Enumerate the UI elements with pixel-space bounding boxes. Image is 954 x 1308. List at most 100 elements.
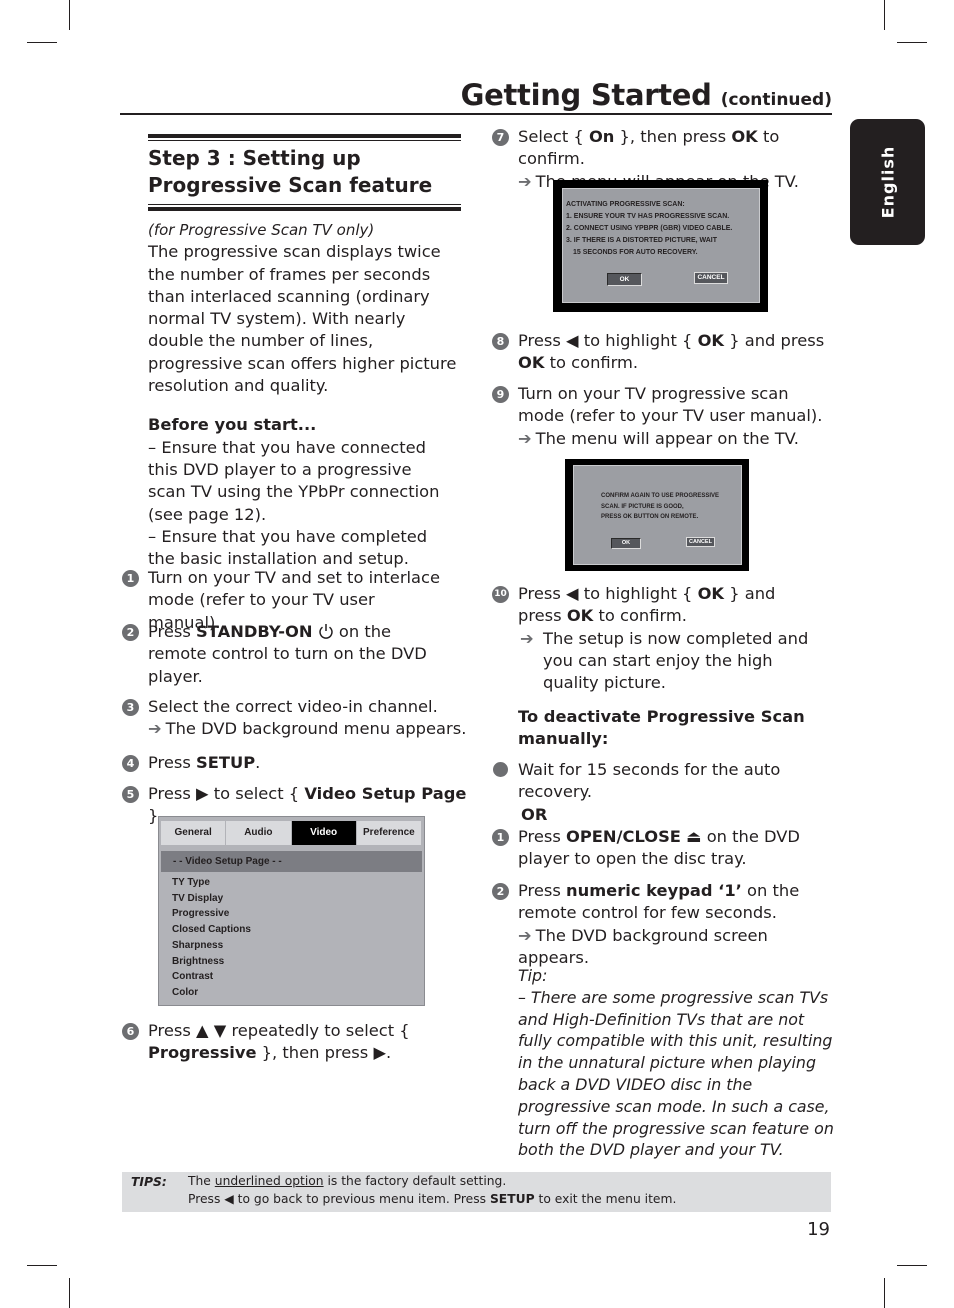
step-number-3: 3 [122,699,139,716]
right-arrow-icon: ▶ [373,1043,386,1063]
result-arrow-icon: ➔ [518,428,532,448]
heading-rule-bottom [148,207,461,211]
heading-rule-top-thin [148,140,461,141]
setup-menu-items: TY Type TV Display Progressive Closed Ca… [172,875,251,1001]
language-label: English [878,145,897,219]
tab-audio: Audio [226,821,291,845]
menu-item: Sharpness [172,939,224,951]
crop-mark [27,1265,57,1266]
menu-item: Progressive [172,908,230,920]
page-number: 19 [807,1219,830,1240]
menu-item: Brightness [172,955,225,967]
bullet-icon [493,762,508,777]
left-arrow-icon: ◀ [566,584,579,603]
deactivate-step-1: Press OPEN/CLOSE ⏏ on the DVD player to … [518,827,800,869]
deactivate-step-number-2: 2 [492,883,509,900]
tips-label: TIPS: [131,1175,167,1189]
crop-mark [27,42,57,43]
page-title: Getting Started [460,78,712,112]
tv-ok-button: OK [607,273,642,286]
tips-line-1: The underlined option is the factory def… [188,1174,507,1188]
crop-mark [897,1265,927,1266]
menu-item: Color [172,986,199,998]
step-number-1: 1 [122,570,139,587]
intro-block: (for Progressive Scan TV only) The progr… [148,219,468,570]
tab-video: Video [291,821,356,845]
left-arrow-icon: ◀ [224,1192,234,1206]
setup-page-title: - - Video Setup Page - - [161,851,422,872]
deactivate-heading: To deactivate Progressive Scan manually: [518,707,805,749]
deactivate-bullet: Wait for 15 seconds for the auto recover… [518,759,798,826]
tv-dialog-activating: ACTIVATING PROGRESSIVE SCAN: 1. ENSURE Y… [553,180,768,312]
menu-item: Contrast [172,971,214,983]
crop-mark [884,1278,885,1308]
heading-rule-bottom-thin [148,204,461,205]
tv-dialog-text: CONFIRM AGAIN TO USE PROGRESSIVE SCAN. I… [601,493,720,520]
step-number-5: 5 [122,786,139,803]
left-arrow-icon: ◀ [566,331,579,350]
step-number-10: 10 [492,586,509,603]
header-divider [120,113,832,115]
before-start-item: – Ensure that you have connected this DV… [148,437,440,524]
tv-ok-button: OK [611,538,641,549]
language-tab: English [850,119,925,245]
right-arrow-icon: ▶ [196,784,209,803]
before-start-title: Before you start... [148,415,317,435]
scope-note: (for Progressive Scan TV only) [148,221,375,239]
step-2: Press STANDBY-ON on the remote control t… [148,622,427,686]
intro-paragraph: The progressive scan displays twice the … [148,242,457,396]
before-start-item: – Ensure that you have completed the bas… [148,526,428,569]
step-8: Press ◀ to highlight { OK } and press OK… [518,331,825,373]
video-setup-menu-screenshot: General Audio Video Preference - - Video… [158,816,425,1006]
step-10: Press ◀ to highlight { OK } and press OK… [518,584,809,693]
menu-item: TY Type [172,877,210,888]
tip-text: – There are some progressive scan TVs an… [518,987,834,1160]
step-number-7: 7 [492,129,509,146]
result-arrow-icon: ➔ [148,719,162,739]
tips-line-2: Press ◀ to go back to previous menu item… [188,1192,677,1206]
deactivate-step-2: Press numeric keypad ‘1’ on the remote c… [518,881,800,967]
tv-cancel-button: CANCEL [686,537,715,547]
deactivate-step-number-1: 1 [492,829,509,846]
result-arrow-icon: ➔ [518,925,532,945]
crop-mark [69,0,70,30]
tv-dialog-panel: ACTIVATING PROGRESSIVE SCAN: 1. ENSURE Y… [562,188,760,303]
or-label: OR [521,804,548,824]
power-icon [318,622,339,641]
tv-dialog-panel: CONFIRM AGAIN TO USE PROGRESSIVE SCAN. I… [573,465,742,565]
step-number-8: 8 [492,333,509,350]
section-heading: Step 3 : Setting up Progressive Scan fea… [148,145,461,199]
step-9: Turn on your TV progressive scan mode (r… [518,384,823,448]
tv-dialog-text: ACTIVATING PROGRESSIVE SCAN: 1. ENSURE Y… [566,201,733,256]
tv-cancel-button: CANCEL [694,272,728,284]
eject-icon: ⏏ [686,827,702,846]
crop-mark [884,0,885,30]
menu-item: TV Display [172,892,224,904]
step-4: Press SETUP. [148,753,261,772]
heading-rule-top [148,134,461,138]
tip-label: Tip: [518,966,548,985]
up-arrow-icon: ▲ [196,1021,209,1040]
step-number-2: 2 [122,624,139,641]
page-subtitle: (continued) [720,90,832,110]
tip-block: Tip: – There are some progressive scan T… [518,965,836,1161]
setup-menu-tabs: General Audio Video Preference [161,821,422,845]
menu-item: Closed Captions [172,924,251,936]
step-number-6: 6 [122,1023,139,1040]
step-number-4: 4 [122,755,139,772]
tab-general: General [161,821,226,845]
crop-mark [69,1278,70,1308]
tv-dialog-confirm: CONFIRM AGAIN TO USE PROGRESSIVE SCAN. I… [565,459,749,571]
section-heading-line1: Step 3 : Setting up [148,146,361,170]
result-arrow-icon: ➔ [518,171,532,191]
page-header: Getting Started (continued) [120,78,832,112]
tab-preference: Preference [356,821,421,845]
step-6: Press ▲ ▼ repeatedly to select { Progres… [148,1021,410,1063]
tips-bar: TIPS: The underlined option is the facto… [122,1172,831,1212]
down-arrow-icon: ▼ [213,1021,227,1040]
step-3: Select the correct video-in channel. ➔ Th… [148,697,467,739]
section-heading-line2: Progressive Scan feature [148,173,433,197]
crop-mark [897,42,927,43]
step-number-9: 9 [492,386,509,403]
result-arrow-icon: ➔ [520,628,534,648]
